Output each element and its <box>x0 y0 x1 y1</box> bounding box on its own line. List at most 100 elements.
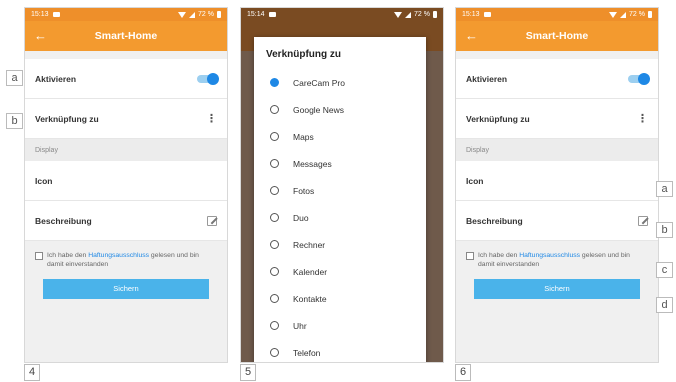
description-row[interactable]: Beschreibung <box>25 201 227 241</box>
battery-level: 72 % <box>414 11 430 18</box>
back-arrow-icon[interactable]: ← <box>465 21 478 51</box>
signal-icon <box>405 11 412 18</box>
activate-row: Aktivieren <box>456 59 658 99</box>
signal-icon <box>189 11 196 18</box>
more-vert-icon[interactable]: ⋮ <box>637 113 648 124</box>
activate-toggle[interactable] <box>197 72 219 85</box>
option-label: CareCam Pro <box>293 77 345 88</box>
figure-number-4: 4 <box>24 364 40 381</box>
option-label: Telefon <box>293 347 321 358</box>
icon-row[interactable]: Icon <box>25 161 227 201</box>
option-label: Fotos <box>293 185 315 196</box>
radio-icon[interactable] <box>270 294 279 303</box>
description-label: Beschreibung <box>35 215 92 226</box>
notification-icon <box>268 12 276 17</box>
link-label: Verknüpfung zu <box>466 113 530 124</box>
disclaimer-text: Ich habe den <box>478 252 520 259</box>
dialog-option[interactable]: Uhr <box>254 312 426 339</box>
figure-number-6: 6 <box>455 364 471 381</box>
notification-icon <box>52 12 60 17</box>
icon-label: Icon <box>466 175 484 186</box>
link-row[interactable]: Verknüpfung zu ⋮ <box>456 99 658 139</box>
figure-number-5: 5 <box>240 364 256 381</box>
phone-screen-dialog: 15:14 72 % Verknüpfung zu CareCam Pro Goo… <box>240 7 444 363</box>
battery-icon <box>217 11 221 18</box>
disclaimer-link[interactable]: Haftungsausschluss <box>519 252 580 259</box>
description-row[interactable]: Beschreibung <box>456 201 658 241</box>
dialog-option[interactable]: Kontakte <box>254 285 426 312</box>
option-list: CareCam Pro Google News Maps Messages Fotos D… <box>254 69 426 362</box>
option-label: Maps <box>293 131 314 142</box>
section-header: Display <box>25 139 227 161</box>
disclaimer-checkbox[interactable] <box>35 252 43 260</box>
callout-label-b: b <box>656 222 673 238</box>
radio-icon[interactable] <box>270 240 279 249</box>
option-label: Duo <box>293 212 309 223</box>
toggle-knob <box>638 72 650 85</box>
radio-icon[interactable] <box>270 105 279 114</box>
option-label: Kalender <box>293 266 328 277</box>
option-label: Google News <box>293 104 345 115</box>
link-row[interactable]: Verknüpfung zu ⋮ <box>25 99 227 139</box>
status-bar: 15:14 72 % <box>241 8 443 21</box>
option-label: Rechner <box>293 239 326 250</box>
radio-icon[interactable] <box>270 132 279 141</box>
radio-icon[interactable] <box>270 267 279 276</box>
page-title: Smart-Home <box>94 30 158 42</box>
description-label: Beschreibung <box>466 215 523 226</box>
disclaimer-text: Ich habe den <box>47 252 89 259</box>
radio-icon[interactable] <box>270 186 279 195</box>
disclaimer-checkbox[interactable] <box>466 252 474 260</box>
activate-row: Aktivieren <box>25 59 227 99</box>
callout-label-a: a <box>6 70 23 86</box>
callout-label-b: b <box>6 113 23 129</box>
callout-label-d: d <box>656 297 673 313</box>
radio-icon[interactable] <box>270 159 279 168</box>
more-vert-icon[interactable]: ⋮ <box>206 113 217 124</box>
link-label: Verknüpfung zu <box>35 113 99 124</box>
wifi-icon <box>178 11 187 18</box>
status-time: 15:13 <box>462 11 480 18</box>
radio-selected-icon[interactable] <box>270 78 279 87</box>
dialog-option[interactable]: Telefon <box>254 339 426 362</box>
activate-toggle[interactable] <box>628 72 650 85</box>
save-button[interactable]: Sichern <box>474 279 640 299</box>
option-label: Uhr <box>293 320 307 331</box>
notification-icon <box>483 12 491 17</box>
status-bar: 15:13 72 % <box>25 8 227 21</box>
disclaimer: Ich habe den Haftungsausschluss gelesen … <box>25 241 227 269</box>
toggle-knob <box>207 72 219 85</box>
battery-level: 72 % <box>629 11 645 18</box>
radio-icon[interactable] <box>270 348 279 357</box>
link-dialog: Verknüpfung zu CareCam Pro Google News Map… <box>254 37 426 362</box>
dialog-option[interactable]: Google News <box>254 96 426 123</box>
app-bar: ← Smart-Home <box>456 21 658 51</box>
disclaimer: Ich habe den Haftungsausschluss gelesen … <box>456 241 658 269</box>
disclaimer-link[interactable]: Haftungsausschluss <box>88 252 149 259</box>
dialog-option[interactable]: Fotos <box>254 177 426 204</box>
dialog-option[interactable]: Messages <box>254 150 426 177</box>
dialog-option[interactable]: CareCam Pro <box>254 69 426 96</box>
option-label: Kontakte <box>293 293 327 304</box>
phone-screen-settings-1: 15:13 72 % ← Smart-Home Aktivieren Verkn… <box>24 7 228 363</box>
battery-icon <box>433 11 437 18</box>
radio-icon[interactable] <box>270 213 279 222</box>
signal-icon <box>620 11 627 18</box>
radio-icon[interactable] <box>270 321 279 330</box>
dialog-option[interactable]: Duo <box>254 204 426 231</box>
icon-row[interactable]: Icon <box>456 161 658 201</box>
save-button[interactable]: Sichern <box>43 279 209 299</box>
page-title: Smart-Home <box>525 30 589 42</box>
option-label: Messages <box>293 158 332 169</box>
dialog-option[interactable]: Maps <box>254 123 426 150</box>
back-arrow-icon[interactable]: ← <box>34 21 47 51</box>
dialog-title: Verknüpfung zu <box>266 49 341 60</box>
dialog-option[interactable]: Rechner <box>254 231 426 258</box>
status-time: 15:14 <box>247 11 265 18</box>
wifi-icon <box>394 11 403 18</box>
edit-icon[interactable] <box>207 215 217 226</box>
edit-icon[interactable] <box>638 215 648 226</box>
dialog-option[interactable]: Kalender <box>254 258 426 285</box>
activate-label: Aktivieren <box>466 73 508 84</box>
section-header: Display <box>456 139 658 161</box>
